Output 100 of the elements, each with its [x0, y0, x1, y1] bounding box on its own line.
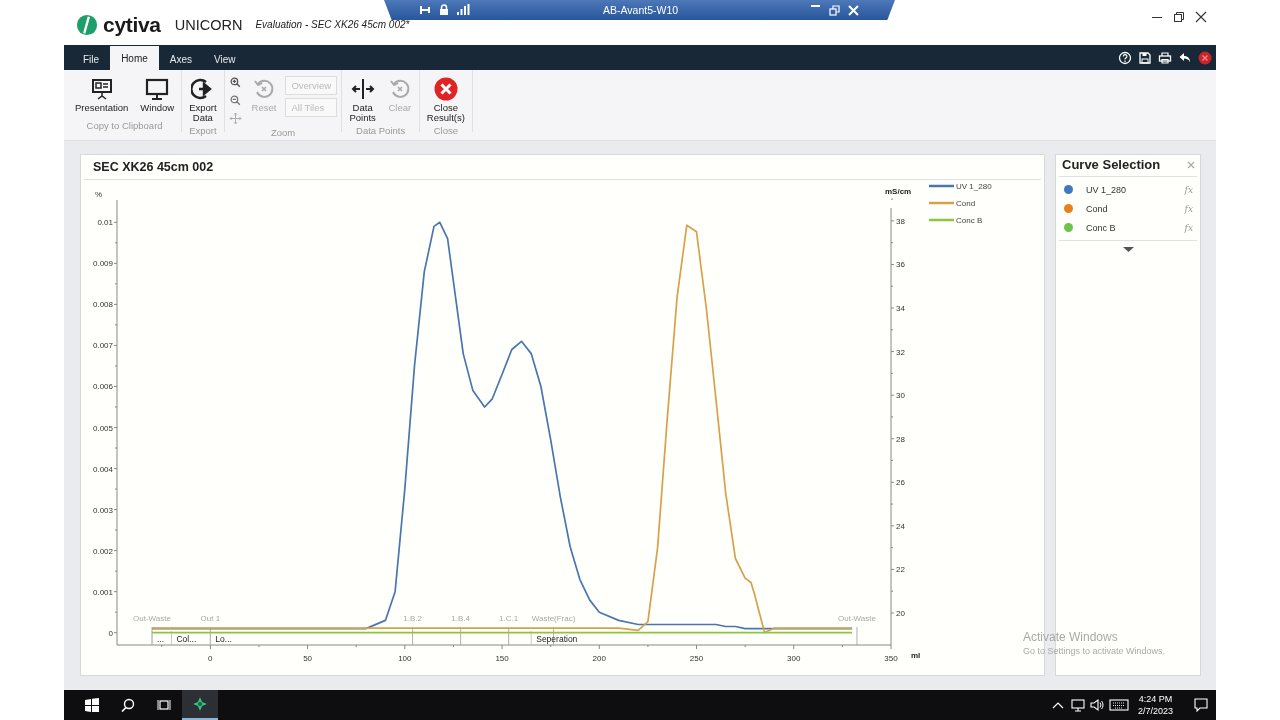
axis-tick-label: 150	[495, 654, 509, 663]
close-circle-icon	[1198, 50, 1212, 65]
window-title: Evaluation - SEC XK26 45cm 002*	[255, 19, 410, 30]
data-points-icon	[350, 77, 375, 101]
move-icon	[228, 112, 242, 125]
task-view-icon	[157, 698, 171, 712]
axis-tick-label: 0.003	[92, 505, 113, 515]
axis-tick-label: 0.01	[97, 218, 113, 228]
close-button[interactable]	[1198, 50, 1212, 65]
app-icon	[192, 696, 208, 712]
curve-name[interactable]: Cond	[1086, 203, 1108, 214]
axis-tick-label: 0.006	[92, 382, 113, 392]
search-icon	[121, 698, 135, 712]
clock-time[interactable]: 4:24 PM	[1138, 693, 1173, 705]
ribbon-button[interactable]: Data Points	[346, 75, 379, 125]
activation-title: Activate Windows	[1023, 630, 1119, 644]
close-icon	[1186, 159, 1196, 170]
fraction-label: Waste(Frac)	[531, 614, 576, 623]
restore-icon	[1173, 11, 1185, 23]
caret-down-icon	[1122, 247, 1134, 252]
group-label: Data Points	[356, 125, 406, 137]
axis-tick-label: 100	[398, 654, 412, 663]
fraction-label: Out-Waste	[133, 614, 171, 623]
menu-tab[interactable]: File	[72, 48, 111, 70]
axis-label: ml	[911, 651, 921, 660]
group-label: Copy to Clipboard	[86, 120, 163, 132]
axis-tick-label: 0.001	[92, 587, 113, 597]
axis-tick-label: 24	[896, 521, 905, 531]
axis-tick-label: 36	[896, 260, 905, 270]
printer-icon	[1158, 50, 1172, 65]
fraction-label: 1.B.2	[403, 614, 422, 623]
axis-tick-label: 0.009	[92, 259, 113, 269]
reset-icon	[252, 77, 276, 101]
axis-tick-label: 0	[208, 654, 213, 663]
save-button[interactable]	[1138, 50, 1152, 65]
axis-label: mS/cm	[885, 187, 912, 196]
legend-label[interactable]: Conc B	[956, 216, 983, 225]
curve-name[interactable]: UV 1_280	[1086, 184, 1127, 195]
speaker-icon	[1089, 698, 1104, 712]
curve-name[interactable]: Conc B	[1086, 222, 1116, 233]
axis-tick-label: 28	[896, 434, 905, 444]
axis-tick-label: 0.008	[92, 300, 113, 310]
help-button[interactable]	[1118, 50, 1132, 65]
panel-title: Curve Selection	[1062, 157, 1161, 172]
clock-date[interactable]: 2/7/2023	[1137, 705, 1173, 717]
expand-button[interactable]	[1122, 247, 1134, 252]
logo-text: cytiva	[103, 12, 161, 37]
axis-tick-label: 300	[787, 654, 801, 663]
network-icon	[1070, 698, 1085, 712]
ribbon-button[interactable]: Export Data	[186, 75, 220, 125]
phase-label: ...	[157, 634, 165, 644]
axis-tick-label: 34	[896, 304, 905, 313]
group-label: Export	[189, 125, 217, 137]
keyboard-icon	[1108, 698, 1129, 712]
remote-title: AB-Avant5-W10	[603, 4, 679, 16]
fraction-label: 1.C.1	[499, 614, 519, 623]
axis-tick-label: 250	[689, 654, 704, 663]
axis-tick-label: 0	[108, 628, 113, 638]
axis-tick-label: 350	[884, 654, 898, 663]
fraction-label: Out 1	[200, 614, 221, 623]
lock-icon	[439, 4, 449, 16]
windows-logo-icon	[85, 698, 99, 712]
print-button[interactable]	[1158, 50, 1172, 65]
monitor-icon	[145, 77, 170, 101]
close-circle-icon	[433, 77, 458, 101]
clear-icon	[387, 77, 412, 101]
close-icon	[848, 4, 859, 16]
logo-icon	[76, 13, 98, 36]
group-label: Zoom	[270, 127, 296, 139]
legend-label[interactable]: UV 1_280	[956, 182, 992, 191]
activation-message: Go to Settings to activate Windows.	[1023, 646, 1166, 656]
fraction-label: 1.B.4	[451, 614, 470, 623]
axis-tick-label: 20	[896, 609, 905, 618]
axis-tick-label: 200	[592, 654, 606, 663]
zoom-out-icon	[228, 94, 242, 107]
ribbon-button[interactable]: Close Result(s)	[423, 75, 468, 125]
ribbon-button[interactable]: Window	[137, 75, 178, 115]
chart-title: SEC XK26 45cm 002	[84, 155, 1041, 180]
menu-tab[interactable]: Home	[110, 46, 159, 70]
caret-up-icon	[1051, 700, 1064, 710]
app-name: UNICORN	[174, 16, 243, 33]
legend-label[interactable]: Cond	[956, 199, 976, 208]
taskbar-app-button[interactable]	[182, 690, 218, 720]
zoom-in-icon	[228, 76, 242, 89]
axis-tick-label: 0.005	[92, 423, 113, 433]
menu-tab[interactable]: Axes	[158, 48, 204, 70]
phase-label: Lo...	[215, 634, 232, 644]
group-label: Close	[433, 125, 458, 137]
axis-tick-label: 0.002	[92, 546, 113, 556]
help-icon	[1118, 50, 1132, 65]
menu-tab[interactable]: View	[203, 48, 247, 70]
restore-icon	[829, 4, 840, 16]
axis-label: %	[95, 190, 103, 199]
ribbon-button[interactable]: Presentation	[72, 75, 132, 115]
axis-tick-label: 0.004	[92, 464, 113, 474]
message-icon	[1194, 698, 1208, 712]
minimize-icon	[810, 4, 821, 7]
phase-label: Seperation	[536, 634, 578, 644]
fraction-label: Out-Waste	[838, 614, 876, 623]
minimize-icon	[1151, 16, 1163, 18]
